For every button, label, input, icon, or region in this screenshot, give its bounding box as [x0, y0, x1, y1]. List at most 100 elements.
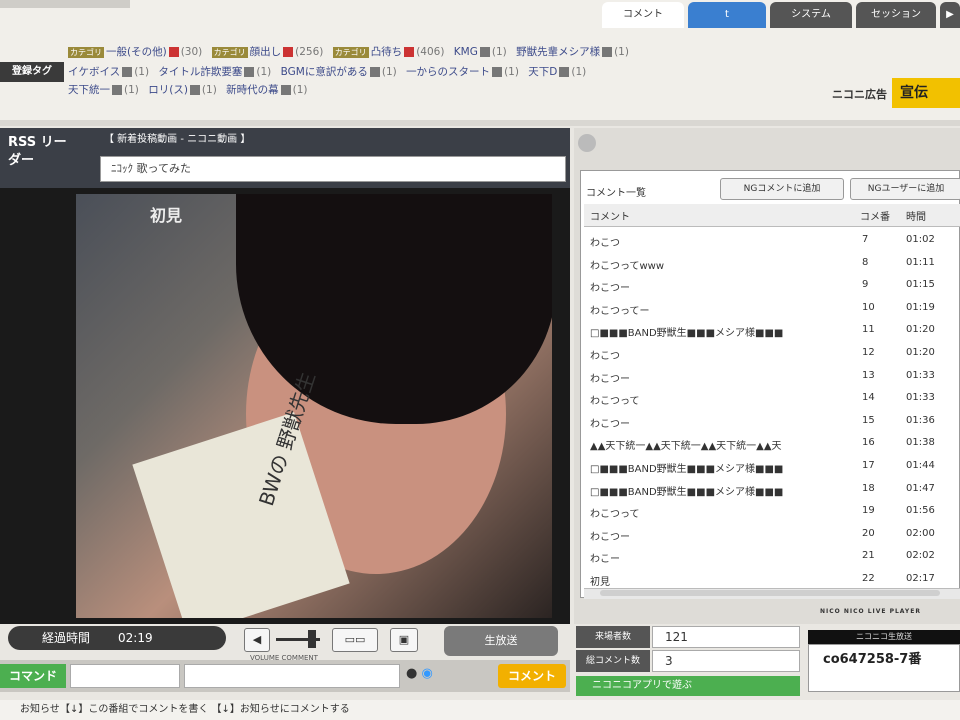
tag-item[interactable]: カテゴリ 一般(その他) (30): [68, 44, 202, 59]
tab-comment[interactable]: コメント: [602, 2, 684, 28]
tag-link[interactable]: 天下D: [528, 66, 557, 78]
comment-row[interactable]: □■■■BAND野獣生■■■メシア様■■■ 11 01:20: [584, 318, 960, 341]
community-id-box[interactable]: co647258-7番: [808, 644, 960, 692]
comment-row[interactable]: わこつってwww 8 01:11: [584, 251, 960, 274]
tag-link[interactable]: タイトル詐欺要塞: [158, 66, 242, 78]
tab-session[interactable]: セッション: [856, 2, 936, 28]
rss-reader-button[interactable]: RSS リーダー: [0, 128, 76, 188]
nico-ad-logo: ニコニ広告: [832, 88, 887, 101]
dic-icon[interactable]: [283, 47, 294, 57]
comment-input[interactable]: [184, 664, 400, 688]
comment-time: 01:33: [906, 392, 935, 404]
tag-item[interactable]: BGMに意訳がある (1): [281, 64, 397, 79]
ng-user-button[interactable]: NGユーザーに追加: [850, 178, 960, 200]
tag-link[interactable]: 天下統一: [68, 84, 110, 96]
tag-item[interactable]: イケボイス (1): [68, 64, 149, 79]
status-bar: お知らせ 【↓】この番組でコメントを書く 【↓】お知らせにコメントする: [0, 700, 960, 720]
comment-row[interactable]: わこつ 7 01:02: [584, 228, 960, 251]
tag-link[interactable]: 野獣先輩メシア様: [516, 46, 600, 58]
dic-icon[interactable]: [479, 47, 490, 57]
tag-item[interactable]: 天下D (1): [528, 64, 586, 79]
comment-number: 16: [862, 437, 875, 449]
comment-row[interactable]: わこつー 15 01:36: [584, 409, 960, 432]
volume-slider[interactable]: [276, 630, 320, 648]
dic-icon[interactable]: [492, 67, 503, 77]
speaker-icon[interactable]: ◀: [244, 628, 270, 652]
tab-system[interactable]: システム: [770, 2, 852, 28]
live-button[interactable]: 生放送: [444, 626, 558, 656]
comment-row[interactable]: ▲▲天下統一▲▲天下統一▲▲天下統一▲▲天 16 01:38: [584, 431, 960, 454]
tag-count: (406): [416, 46, 445, 58]
video-screen[interactable]: BWの 野獣先生 初見: [76, 194, 552, 618]
tag-link[interactable]: 新時代の幕: [226, 84, 279, 96]
dic-icon[interactable]: [559, 67, 570, 77]
comment-row[interactable]: わこー 21 02:02: [584, 544, 960, 567]
tag-item[interactable]: KMG (1): [454, 46, 507, 58]
tag-item[interactable]: カテゴリ 顔出し (256): [211, 44, 323, 59]
comment-time: 01:20: [906, 324, 935, 336]
command-button[interactable]: コマンド: [0, 664, 66, 688]
tab-more[interactable]: ▶: [940, 2, 960, 28]
dic-icon[interactable]: [244, 67, 255, 77]
comment-row[interactable]: わこつー 9 01:15: [584, 273, 960, 296]
tab-twitter[interactable]: t: [688, 2, 766, 28]
comment-row[interactable]: わこつー 13 01:33: [584, 364, 960, 387]
elapsed-time: 経過時間 02:19: [8, 626, 226, 650]
tag-link[interactable]: BGMに意訳がある: [281, 66, 368, 78]
scroll-thumb[interactable]: [600, 590, 940, 596]
comment-row[interactable]: □■■■BAND野獣生■■■メシア様■■■ 17 01:44: [584, 454, 960, 477]
comment-number: 21: [862, 550, 875, 562]
comment-row[interactable]: わこつ 12 01:20: [584, 341, 960, 364]
comment-row[interactable]: わこつって 19 01:56: [584, 499, 960, 522]
tag-link[interactable]: 一般(その他): [106, 46, 167, 58]
tag-item[interactable]: 新時代の幕 (1): [226, 82, 307, 97]
community-app-button[interactable]: ニコニコアプリで遊ぶ: [576, 676, 800, 696]
tag-link[interactable]: イケボイス: [68, 66, 120, 78]
comment-row[interactable]: 初見 22 02:17: [584, 567, 960, 590]
ng-comment-button[interactable]: NGコメントに追加: [720, 178, 844, 200]
dic-icon[interactable]: [369, 67, 380, 77]
comment-options: ● ◉: [406, 666, 433, 681]
comment-row[interactable]: わこつってー 10 01:19: [584, 296, 960, 319]
col-comment[interactable]: コメント: [590, 208, 630, 223]
ad-button[interactable]: 宣伝: [892, 78, 960, 108]
volume-knob[interactable]: [308, 630, 316, 648]
comment-time: 01:11: [906, 256, 935, 268]
comment-time: 02:02: [906, 550, 935, 562]
col-number[interactable]: コメ番: [860, 208, 890, 223]
col-time[interactable]: 時間: [906, 208, 926, 223]
tag-link[interactable]: 顔出し: [250, 46, 282, 58]
dic-icon[interactable]: [189, 85, 200, 95]
comments-value: 3: [652, 650, 800, 672]
tag-item[interactable]: 天下統一 (1): [68, 82, 139, 97]
tag-link[interactable]: 凸待ち: [371, 46, 403, 58]
comment-number: 18: [862, 482, 875, 494]
dic-icon[interactable]: [602, 47, 613, 57]
tag-item[interactable]: カテゴリ 凸待ち (406): [332, 44, 445, 59]
panel-circle-icon[interactable]: [578, 134, 596, 152]
comment-number: 14: [862, 392, 875, 404]
dic-icon[interactable]: [404, 47, 415, 57]
dic-icon[interactable]: [122, 67, 133, 77]
twitter-icon[interactable]: ◉: [421, 666, 432, 681]
comment-toggle-icon[interactable]: ▭▭: [332, 628, 378, 652]
command-input[interactable]: [70, 664, 180, 688]
status-message[interactable]: 【↓】この番組でコメントを書く 【↓】お知らせにコメントする: [60, 700, 350, 720]
tag-link[interactable]: KMG: [454, 46, 478, 58]
stream-title: ﾆｺｯｸ 歌ってみた: [100, 156, 566, 182]
tag-link[interactable]: ロリ(ス): [148, 84, 188, 96]
comment-row[interactable]: わこつー 20 02:00: [584, 522, 960, 545]
tag-item[interactable]: タイトル詐欺要塞 (1): [158, 64, 271, 79]
dic-icon[interactable]: [112, 85, 122, 95]
tag-link[interactable]: 一からのスタート: [406, 66, 490, 78]
comment-row[interactable]: わこつって 14 01:33: [584, 386, 960, 409]
tag-item[interactable]: ロリ(ス) (1): [148, 82, 217, 97]
comment-row[interactable]: □■■■BAND野獣生■■■メシア様■■■ 18 01:47: [584, 477, 960, 500]
tag-item[interactable]: 一からのスタート (1): [406, 64, 519, 79]
dic-icon[interactable]: [280, 85, 291, 95]
radio-icon[interactable]: ●: [406, 666, 417, 681]
fullscreen-icon[interactable]: ▣: [390, 628, 418, 652]
tag-item[interactable]: 野獣先輩メシア様 (1): [516, 44, 629, 59]
comment-submit-button[interactable]: コメント: [498, 664, 566, 688]
dic-icon[interactable]: [168, 47, 179, 57]
